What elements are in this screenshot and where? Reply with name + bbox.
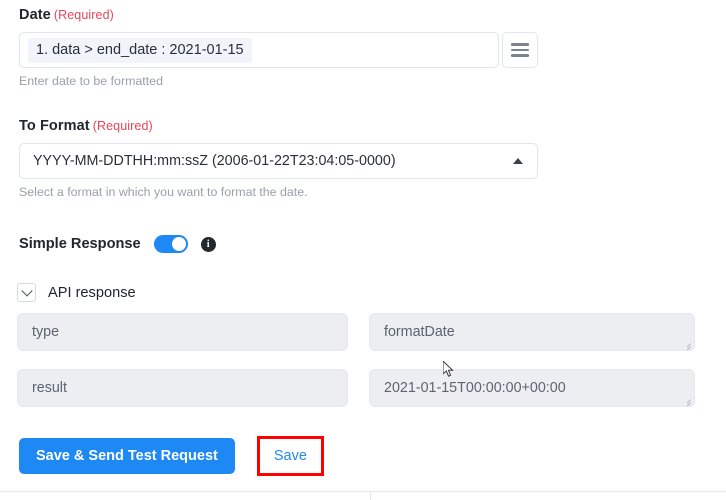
- caret-up-icon[interactable]: [513, 158, 523, 164]
- api-response-header: API response: [17, 283, 136, 302]
- api-response-row: type formatDate: [0, 313, 726, 351]
- toggle-knob: [171, 237, 186, 251]
- footer-divider-tick: [370, 492, 371, 500]
- info-icon[interactable]: i: [200, 236, 216, 252]
- footer-divider: [0, 491, 726, 492]
- date-field-label: Date (Required): [19, 6, 538, 24]
- hamburger-bar-1: [511, 43, 529, 46]
- format-required-tag: (Required): [92, 119, 153, 133]
- response-value-field[interactable]: formatDate: [369, 313, 695, 351]
- hamburger-bar-3: [511, 54, 529, 57]
- date-input[interactable]: 1. data > end_date : 2021-01-15: [19, 32, 499, 68]
- response-key-field[interactable]: result: [17, 369, 348, 407]
- api-response-row: result 2021-01-15T00:00:00+00:00: [0, 369, 726, 407]
- response-key-field[interactable]: type: [17, 313, 348, 351]
- resize-grip-icon: [682, 395, 691, 406]
- save-button-highlight: Save: [256, 436, 324, 476]
- date-helper-text: Enter date to be formatted: [19, 74, 163, 88]
- format-select[interactable]: YYYY-MM-DDTHH:mm:ssZ (2006-01-22T23:04:0…: [19, 143, 538, 179]
- chevron-glyph: [20, 284, 33, 297]
- action-button-bar: Save & Send Test Request Save: [19, 436, 324, 476]
- simple-response-row: Simple Response i: [19, 235, 216, 253]
- format-label-text: To Format: [19, 118, 90, 134]
- chevron-down-icon[interactable]: [17, 283, 36, 302]
- format-helper-text: Select a format in which you want to for…: [19, 185, 308, 199]
- hamburger-bar-2: [511, 48, 529, 52]
- simple-response-toggle[interactable]: [153, 235, 188, 253]
- api-response-title: API response: [48, 284, 136, 301]
- format-field-group: To Format (Required) YYYY-MM-DDTHH:mm:ssZ…: [19, 117, 538, 200]
- save-and-send-test-request-button[interactable]: Save & Send Test Request: [19, 438, 235, 474]
- date-field-group: Date (Required) 1. data > end_date : 2021…: [19, 6, 538, 89]
- format-select-value: YYYY-MM-DDTHH:mm:ssZ (2006-01-22T23:04:0…: [33, 153, 396, 169]
- response-value-text: 2021-01-15T00:00:00+00:00: [384, 380, 566, 396]
- format-field-label: To Format (Required): [19, 117, 538, 135]
- date-input-row: 1. data > end_date : 2021-01-15: [19, 32, 538, 68]
- response-value-field[interactable]: 2021-01-15T00:00:00+00:00: [369, 369, 695, 407]
- action-config-panel: Date (Required) 1. data > end_date : 2021…: [0, 0, 726, 500]
- date-token-chip[interactable]: 1. data > end_date : 2021-01-15: [28, 37, 252, 63]
- date-label-text: Date: [19, 7, 51, 23]
- hamburger-icon[interactable]: [502, 32, 538, 68]
- date-required-tag: (Required): [53, 8, 114, 22]
- simple-response-label: Simple Response: [19, 236, 141, 252]
- save-button[interactable]: Save: [260, 439, 321, 473]
- response-value-text: formatDate: [384, 324, 455, 340]
- resize-grip-icon: [682, 339, 691, 350]
